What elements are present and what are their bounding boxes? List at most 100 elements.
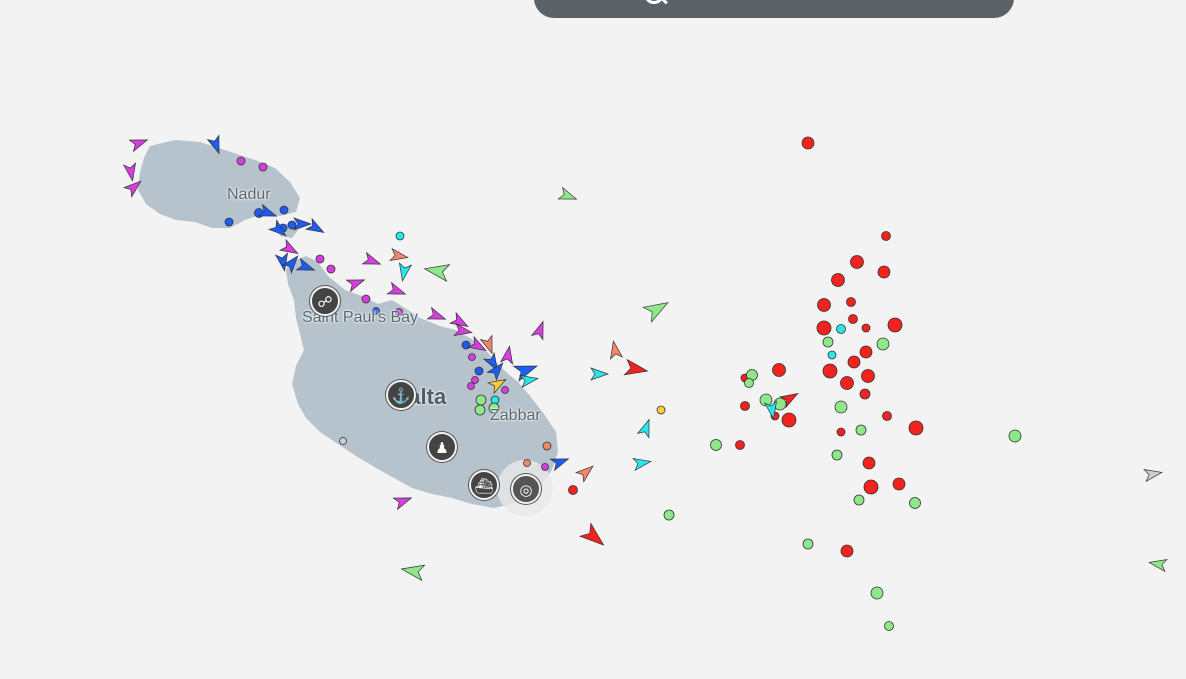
vessel-cargo-44[interactable]: [710, 439, 722, 451]
vessel-tanker-27[interactable]: [863, 479, 879, 495]
vessel-tanker-14[interactable]: [840, 376, 854, 390]
vessel-tug-34[interactable]: [395, 231, 405, 241]
vessel-arrow-passenger-7[interactable]: [304, 217, 327, 238]
vessel-cargo-55[interactable]: [474, 404, 486, 416]
vessel-arrow-fishing-32[interactable]: [608, 340, 624, 360]
vessel-tanker-8[interactable]: [848, 314, 858, 324]
vessel-cargo-49[interactable]: [1008, 429, 1022, 443]
vessel-pleasure-66[interactable]: [501, 386, 509, 394]
vessel-tanker-2[interactable]: [850, 255, 864, 269]
vessel-arrow-tanker-39[interactable]: [578, 522, 609, 551]
ship-icon[interactable]: ⛴: [469, 470, 499, 500]
map-canvas[interactable]: [0, 0, 1186, 679]
vessel-arrow-tug-36[interactable]: [632, 456, 652, 472]
vessel-tanker-26[interactable]: [862, 456, 876, 470]
vessel-tanker-15[interactable]: [861, 369, 875, 383]
vessel-arrow-tug-15[interactable]: [397, 262, 413, 282]
vessel-tanker-7[interactable]: [816, 320, 832, 336]
vessel-cargo-51[interactable]: [802, 538, 814, 550]
vessel-cargo-47[interactable]: [853, 494, 865, 506]
vessel-arrow-pleasure-1[interactable]: [122, 162, 139, 182]
vessel-pleasure-63[interactable]: [468, 353, 476, 361]
vessel-arrow-pleasure-13[interactable]: [361, 251, 382, 270]
vessel-passenger-73[interactable]: [461, 340, 471, 350]
vessel-tanker-11[interactable]: [859, 345, 873, 359]
vessel-pleasure-60[interactable]: [326, 264, 336, 274]
vessel-tanker-9[interactable]: [861, 323, 871, 333]
vessel-tanker-12[interactable]: [847, 355, 861, 369]
vessel-arrow-pleasure-18[interactable]: [426, 306, 447, 325]
vessel-tanker-16[interactable]: [859, 388, 871, 400]
vessel-arrow-pleasure-28[interactable]: [530, 319, 549, 341]
vessel-arrow-cargo-31[interactable]: [642, 295, 672, 323]
vessel-other-78[interactable]: [339, 437, 347, 445]
vessel-tanker-29[interactable]: [840, 544, 854, 558]
vessel-tanker-6[interactable]: [846, 297, 856, 307]
vessel-cargo-50[interactable]: [663, 509, 675, 521]
vessel-arrow-tug-33[interactable]: [590, 367, 610, 381]
vessel-arrow-fishing-14[interactable]: [389, 247, 409, 264]
vessel-fishing-76[interactable]: [542, 441, 552, 451]
vessel-tanker-22[interactable]: [735, 440, 745, 450]
handshake-icon[interactable]: ☍: [310, 286, 340, 316]
vessel-arrow-pleasure-0[interactable]: [128, 134, 149, 153]
vessel-pleasure-58[interactable]: [258, 162, 268, 172]
vessel-passenger-74[interactable]: [474, 366, 484, 376]
vessel-tanker-10[interactable]: [887, 317, 903, 333]
vessel-tanker-5[interactable]: [817, 298, 831, 312]
vessel-cargo-52[interactable]: [870, 586, 884, 600]
vessel-tug-33[interactable]: [827, 350, 837, 360]
vessel-arrow-cargo-41[interactable]: [400, 561, 426, 582]
vessel-cargo-45[interactable]: [855, 424, 867, 436]
vessel-tanker-17[interactable]: [772, 363, 786, 377]
vessel-tanker-30[interactable]: [568, 485, 578, 495]
vessel-tanker-23[interactable]: [836, 427, 846, 437]
vessel-arrow-cargo-30[interactable]: [557, 186, 578, 205]
vessel-passenger-70[interactable]: [279, 205, 289, 215]
vessel-pleasure-67[interactable]: [541, 463, 549, 471]
vessel-arrow-pleasure-12[interactable]: [345, 274, 366, 293]
vessel-tanker-28[interactable]: [892, 477, 906, 491]
vessel-cargo-53[interactable]: [884, 621, 894, 631]
vessel-pleasure-61[interactable]: [361, 294, 371, 304]
vessel-tanker-24[interactable]: [882, 411, 892, 421]
vessel-passenger-68[interactable]: [224, 217, 234, 227]
vessel-arrow-cargo-45[interactable]: [1148, 557, 1168, 573]
search-bar[interactable]: [534, 0, 1014, 18]
vessel-cargo-46[interactable]: [831, 449, 843, 461]
vessel-pleasure-65[interactable]: [467, 382, 475, 390]
vessel-cargo-37[interactable]: [822, 336, 834, 348]
vessel-arrow-tug-35[interactable]: [636, 417, 655, 439]
vessel-pleasure-57[interactable]: [236, 156, 246, 166]
vessel-cargo-48[interactable]: [909, 497, 921, 509]
vessel-tanker-13[interactable]: [822, 363, 838, 379]
vessel-arrow-fishing-37[interactable]: [574, 462, 597, 483]
vessel-tanker-1[interactable]: [881, 231, 891, 241]
vessel-fishing-77[interactable]: [523, 459, 531, 467]
vessel-arrow-pleasure-40[interactable]: [392, 492, 413, 511]
place-label-nadur: Nadur: [227, 186, 271, 203]
search-icon[interactable]: [644, 0, 664, 4]
vessel-highspeed-36[interactable]: [656, 405, 666, 415]
vessel-tanker-21[interactable]: [781, 412, 797, 428]
vessel-cargo-43[interactable]: [834, 400, 848, 414]
vessel-arrow-tanker-34[interactable]: [623, 358, 649, 379]
vessel-arrow-pleasure-25[interactable]: [499, 345, 516, 365]
vessel-tanker-19[interactable]: [740, 401, 750, 411]
vessel-cargo-38[interactable]: [876, 337, 890, 351]
vessel-tanker-4[interactable]: [831, 273, 845, 287]
target-icon[interactable]: ◎: [511, 474, 541, 504]
vessel-passenger-72[interactable]: [287, 220, 297, 230]
vessel-pleasure-59[interactable]: [315, 254, 325, 264]
harbor-icon[interactable]: ⚓: [386, 380, 416, 410]
vessel-tanker-3[interactable]: [877, 265, 891, 279]
vessel-arrow-pleasure-16[interactable]: [386, 281, 407, 300]
worker-icon[interactable]: ♟: [427, 432, 457, 462]
vessel-arrow-other-44[interactable]: [1143, 467, 1163, 483]
vessel-cargo-54[interactable]: [475, 394, 487, 406]
vessel-tanker-0[interactable]: [801, 136, 815, 150]
vessel-cargo-40[interactable]: [744, 378, 754, 388]
vessel-tug-32[interactable]: [836, 324, 846, 334]
vessel-arrow-cargo-17[interactable]: [423, 261, 451, 283]
vessel-tanker-25[interactable]: [908, 420, 924, 436]
